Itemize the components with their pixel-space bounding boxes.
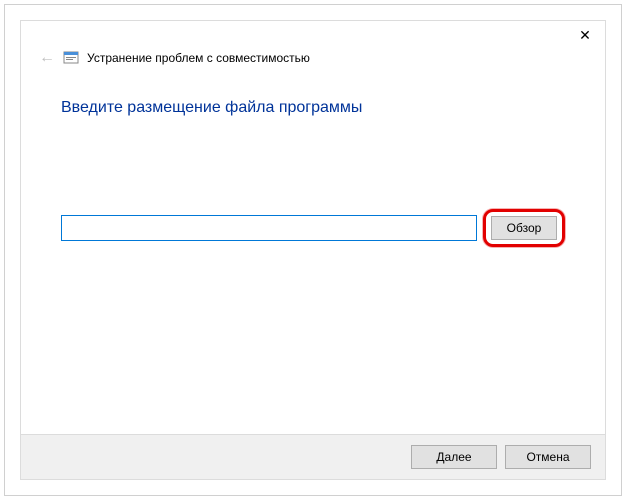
browse-button[interactable]: Обзор [491,216,557,240]
dialog-content: Введите размещение файла программы Обзор [21,75,605,434]
path-input-row: Обзор [61,209,565,247]
dialog-title: Устранение проблем с совместимостью [87,51,310,65]
close-icon[interactable]: ✕ [575,27,595,47]
compatibility-troubleshooter-dialog: ✕ ← Устранение проблем с совместимостью … [20,20,606,480]
browse-highlight: Обзор [483,209,565,247]
back-arrow-icon[interactable]: ← [39,49,55,67]
troubleshooter-icon [63,50,79,66]
dialog-header: ← Устранение проблем с совместимостью [21,21,605,75]
next-button[interactable]: Далее [411,445,497,469]
instruction-text: Введите размещение файла программы [61,99,565,117]
dialog-footer: Далее Отмена [21,434,605,479]
cancel-button[interactable]: Отмена [505,445,591,469]
program-path-input[interactable] [61,215,477,241]
